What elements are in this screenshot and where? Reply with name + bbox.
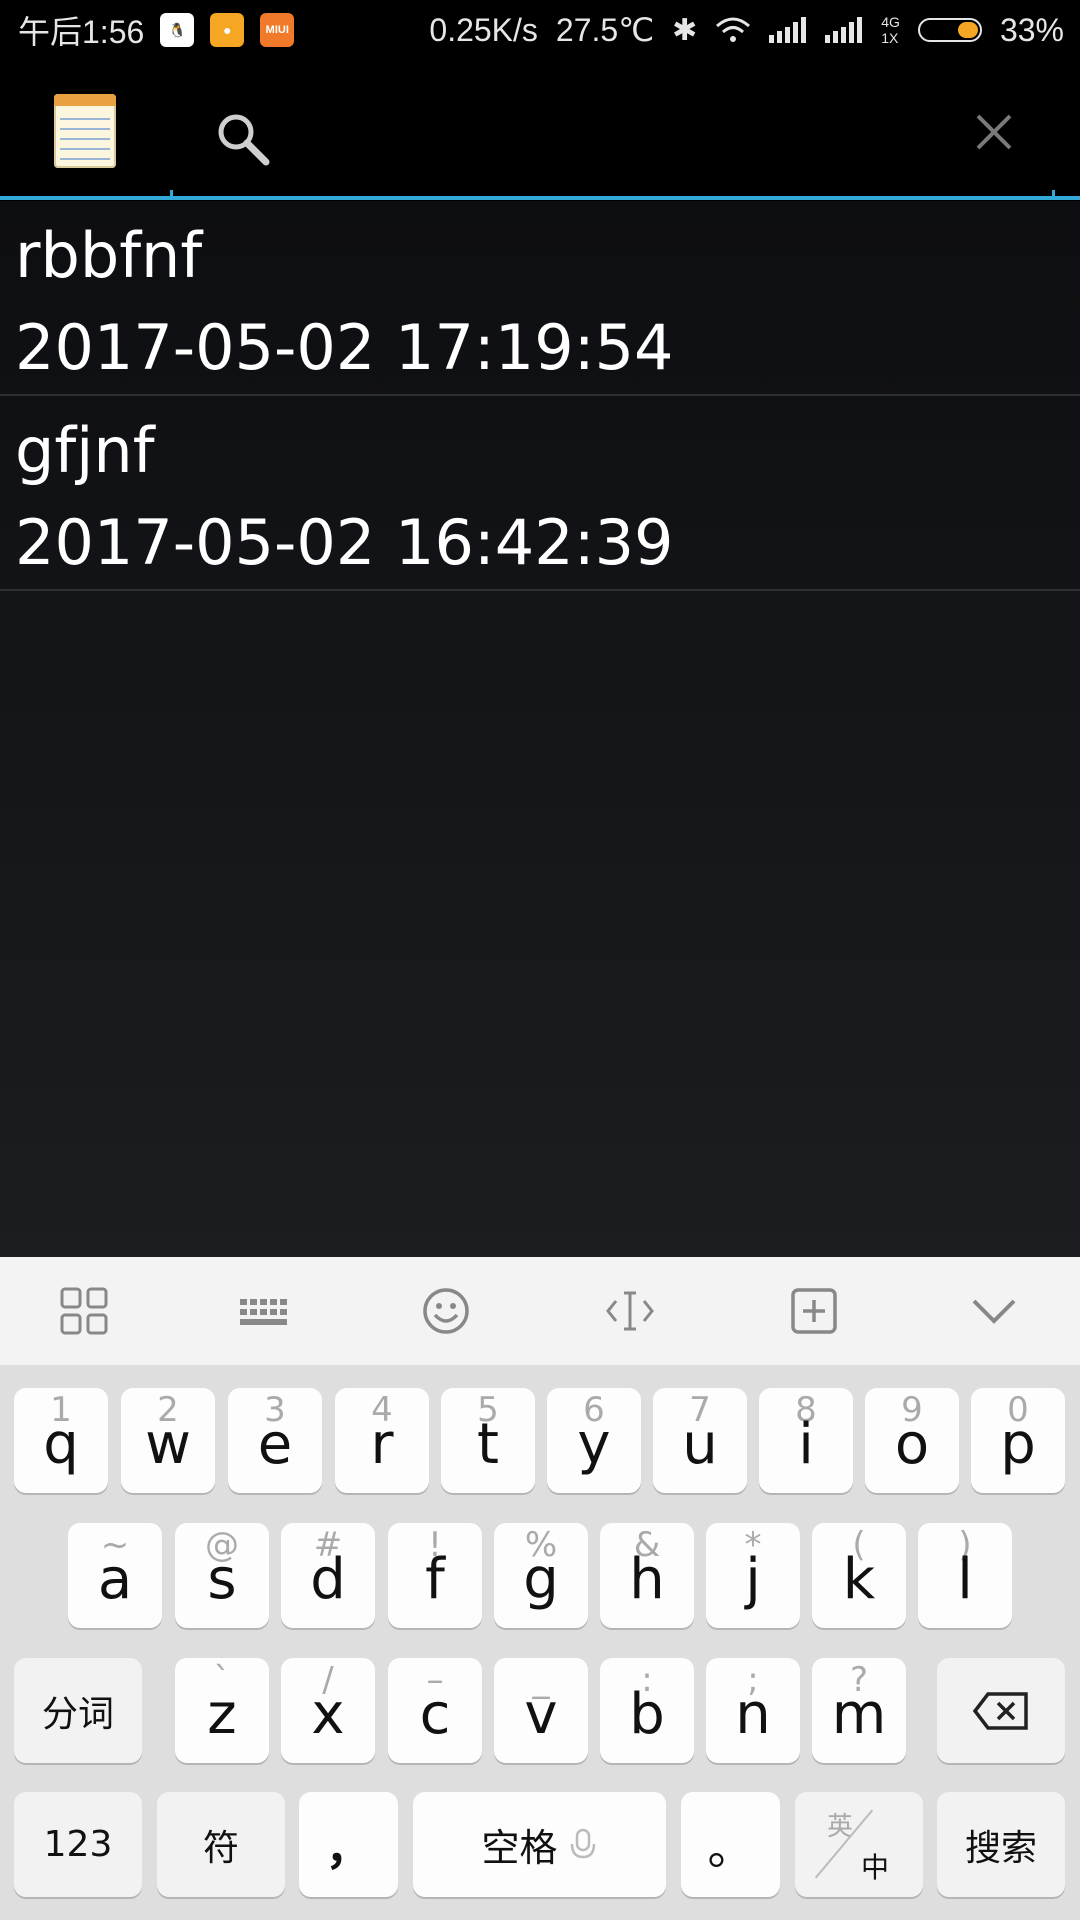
status-time: 午后1:56: [18, 14, 145, 50]
key-d[interactable]: # d: [281, 1523, 375, 1628]
key-w[interactable]: 2w: [121, 1388, 215, 1493]
comma-key[interactable]: ，: [299, 1792, 398, 1897]
wifi-icon: [716, 17, 751, 42]
miui-icon: MIUI: [260, 13, 295, 47]
search-input[interactable]: [170, 60, 970, 200]
key-b[interactable]: :b: [600, 1658, 694, 1763]
key-x[interactable]: / x: [281, 1658, 375, 1763]
key-l[interactable]: ) l: [918, 1523, 1012, 1628]
grid-icon[interactable]: [58, 1285, 110, 1337]
status-bar: 午后1:56 🐧 ● MIUI 0.25K/s 27.5℃ ✱ 4G 1X 33…: [0, 0, 1080, 60]
cursor-icon[interactable]: [604, 1285, 656, 1337]
key-f[interactable]: ! f: [388, 1523, 482, 1628]
list-item[interactable]: rbbfnf 2017-05-02 17:19:54: [0, 201, 1080, 396]
numbers-key[interactable]: 123: [14, 1792, 142, 1897]
search-key[interactable]: 搜索: [937, 1792, 1065, 1897]
bluetooth-icon: ✱: [672, 13, 698, 47]
key-v[interactable]: _ v: [494, 1658, 588, 1763]
key-q[interactable]: 1q: [14, 1388, 108, 1493]
key-h[interactable]: & h: [600, 1523, 694, 1628]
space-key[interactable]: 空格: [413, 1792, 666, 1897]
key-m[interactable]: ? m: [812, 1658, 906, 1763]
key-r[interactable]: 4r: [335, 1388, 429, 1493]
key-c[interactable]: – c: [388, 1658, 482, 1763]
search-icon: [218, 114, 270, 166]
search-underline: [0, 196, 1080, 200]
network-speed: 0.25K/s: [429, 11, 538, 48]
key-j[interactable]: * j: [706, 1523, 800, 1628]
key-a[interactable]: ~ a: [68, 1523, 162, 1628]
microphone-icon: [570, 1828, 595, 1858]
battery-icon: [917, 18, 982, 42]
qq-icon: 🐧: [160, 13, 195, 47]
language-toggle-key[interactable]: 英 中: [795, 1792, 923, 1897]
backspace-key[interactable]: [937, 1658, 1065, 1763]
collapse-icon[interactable]: [968, 1285, 1020, 1337]
message-icon: ●: [210, 13, 245, 47]
key-t[interactable]: 5t: [441, 1388, 535, 1493]
key-o[interactable]: 9o: [865, 1388, 959, 1493]
key-s[interactable]: @ s: [175, 1523, 269, 1628]
key-k[interactable]: (k: [812, 1523, 906, 1628]
notepad-app-icon[interactable]: [54, 94, 116, 168]
key-z[interactable]: ` z: [175, 1658, 269, 1763]
symbols-key[interactable]: 符: [157, 1792, 285, 1897]
emoji-icon[interactable]: [420, 1285, 472, 1337]
network-type: 4G 1X: [881, 14, 900, 46]
key-n[interactable]: ; n: [706, 1658, 800, 1763]
key-p[interactable]: 0p: [971, 1388, 1065, 1493]
note-timestamp: 2017-05-02 16:42:39: [15, 506, 674, 579]
key-i[interactable]: 8i: [759, 1388, 853, 1493]
segment-key[interactable]: 分词: [14, 1658, 142, 1763]
signal-2-icon: [825, 17, 863, 43]
period-key[interactable]: 。: [681, 1792, 780, 1897]
list-item[interactable]: gfjnf 2017-05-02 16:42:39: [0, 396, 1080, 591]
key-y[interactable]: 6y: [547, 1388, 641, 1493]
action-bar: [0, 60, 1080, 200]
signal-icon: [769, 17, 807, 43]
close-icon[interactable]: [972, 110, 1016, 154]
soft-keyboard: 1q 2w 3e 4r 5t 6y 7u 8i 9o 0p ~ a @ s # d !…: [0, 1365, 1080, 1920]
battery-percent: 33%: [999, 11, 1064, 48]
note-title: gfjnf: [15, 414, 155, 487]
key-u[interactable]: 7u: [653, 1388, 747, 1493]
note-list: rbbfnf 2017-05-02 17:19:54 gfjnf 2017-05…: [0, 201, 1080, 1257]
note-timestamp: 2017-05-02 17:19:54: [15, 311, 674, 384]
temperature: 27.5℃: [555, 12, 655, 48]
key-g[interactable]: % g: [494, 1523, 588, 1628]
backspace-icon: [972, 1691, 1028, 1730]
note-title: rbbfnf: [15, 219, 203, 292]
keyboard-toolbar: [0, 1257, 1080, 1365]
key-e[interactable]: 3e: [228, 1388, 322, 1493]
add-icon[interactable]: [788, 1285, 840, 1337]
keyboard-icon[interactable]: [238, 1285, 290, 1337]
